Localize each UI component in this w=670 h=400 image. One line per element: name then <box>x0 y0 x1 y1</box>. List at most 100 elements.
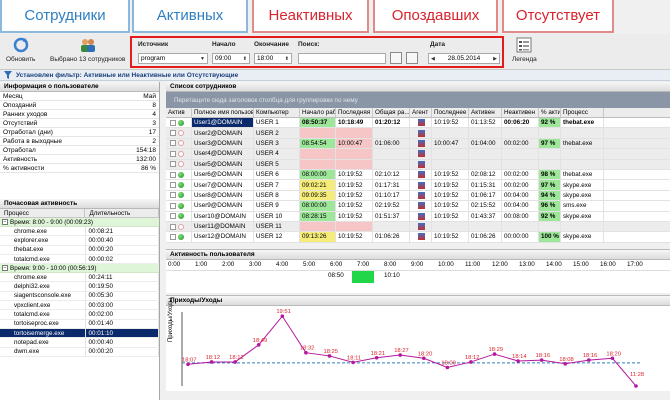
search-input[interactable] <box>298 53 386 64</box>
row-checkbox[interactable] <box>170 161 176 168</box>
row-status-cell[interactable] <box>166 211 192 221</box>
hourly-row[interactable]: tortoiseproc.exe 00:01:40 <box>0 319 159 329</box>
row-status-cell[interactable] <box>166 232 192 242</box>
row-status-cell[interactable] <box>166 201 192 211</box>
arrival-point[interactable] <box>634 383 638 388</box>
row-checkbox[interactable] <box>170 140 176 147</box>
column-header[interactable]: Последняя <box>336 108 373 117</box>
hourly-row[interactable]: notepad.exe 00:00:40 <box>0 338 159 348</box>
tab-employees[interactable]: Сотрудники <box>0 0 130 33</box>
table-row[interactable]: User4@DOMAIN USER 4 <box>166 149 670 160</box>
tab-active[interactable]: Активных <box>132 0 248 33</box>
table-row[interactable]: User8@DOMAIN USER 8 09:09:35 10:19:52 01:10:… <box>166 190 670 202</box>
column-header[interactable]: Полное имя пользоват... <box>192 108 254 117</box>
tab-inactive[interactable]: Неактивных <box>252 0 369 33</box>
row-checkbox[interactable] <box>170 213 176 220</box>
column-header[interactable]: Неактивен <box>502 108 539 117</box>
prev-date-icon[interactable]: ◀ <box>431 56 435 62</box>
row-status-cell[interactable] <box>166 128 192 138</box>
tab-absent[interactable]: Отсутствует <box>502 0 614 33</box>
search-clear-button[interactable] <box>406 52 418 64</box>
row-status-cell[interactable] <box>166 138 192 149</box>
row-checkbox[interactable] <box>170 119 176 126</box>
hourly-process: vpxclient.exe <box>0 301 86 310</box>
hourly-row[interactable]: chrome.exe 00:08:21 <box>0 227 159 237</box>
cell-last: 10:19:52 <box>336 211 373 221</box>
table-row[interactable]: User5@DOMAIN USER 5 <box>166 159 670 170</box>
date-picker[interactable]: ◀ 28.05.2014 ▶ <box>428 53 500 64</box>
row-checkbox[interactable] <box>170 223 176 230</box>
row-checkbox[interactable] <box>170 192 176 199</box>
hourly-row[interactable]: vpxclient.exe 00:03:00 <box>0 301 159 311</box>
row-status-cell[interactable] <box>166 118 192 128</box>
column-header[interactable]: Актив <box>166 108 192 117</box>
cell-total: 02:10:12 <box>373 169 410 180</box>
row-checkbox[interactable] <box>170 233 176 240</box>
timeline-hour: 2:00 <box>222 261 235 269</box>
hourly-row[interactable]: tortoisemerge.exe 00:01:10 <box>0 328 159 339</box>
col-process[interactable]: Процесс <box>0 209 86 217</box>
source-select[interactable]: program ▼ <box>138 53 208 64</box>
start-time-input[interactable]: 09:00 ⬍ <box>212 53 250 64</box>
hourly-row[interactable]: delphi32.exe 00:19:50 <box>0 282 159 292</box>
cell-total: 01:10:17 <box>373 190 410 201</box>
column-header[interactable]: Процесс <box>561 108 604 117</box>
row-checkbox[interactable] <box>170 182 176 189</box>
column-header[interactable]: Компьютер <box>254 108 300 117</box>
column-header[interactable]: Общая ра... <box>373 108 410 117</box>
arrival-label: 18:29 <box>489 347 504 353</box>
row-status-cell[interactable] <box>166 180 192 190</box>
end-time-input[interactable]: 18:00 ⬍ <box>254 53 292 64</box>
table-row[interactable]: User11@DOMAIN USER 11 <box>166 221 670 233</box>
hourly-row[interactable]: totalcmd.exe 00:02:00 <box>0 310 159 320</box>
hourly-group[interactable]: − Время: 9:00 - 10:00 (00:56:19) <box>0 264 159 274</box>
column-header[interactable]: Агент <box>410 108 432 117</box>
row-status-cell[interactable] <box>166 221 192 232</box>
hourly-row[interactable]: totalcmd.exe 00:00:02 <box>0 254 159 265</box>
row-status-cell[interactable] <box>166 149 192 159</box>
next-date-icon[interactable]: ▶ <box>493 56 497 62</box>
col-duration[interactable]: Длительность <box>85 209 159 217</box>
timeline-hour: 15:00 <box>573 261 589 269</box>
table-row[interactable]: User1@DOMAIN USER 1 08:50:37 10:18:49 01:20:… <box>166 118 670 129</box>
arrival-label: 18:12 <box>206 355 221 361</box>
row-status-cell[interactable] <box>166 159 192 169</box>
timeline-hour: 12:00 <box>492 261 508 269</box>
row-status-cell[interactable] <box>166 169 192 180</box>
table-row[interactable]: User10@DOMAIN USER 10 08:28:15 10:19:52 01:5… <box>166 211 670 222</box>
row-status-cell[interactable] <box>166 190 192 201</box>
end-label: Окончание <box>254 41 290 48</box>
hourly-row[interactable]: siagentsconsole.exe 00:05:30 <box>0 291 159 302</box>
table-row[interactable]: User6@DOMAIN USER 6 08:00:00 10:19:52 02:10:… <box>166 169 670 181</box>
collapse-icon[interactable]: − <box>2 219 8 225</box>
column-header[interactable]: Активен <box>469 108 502 117</box>
legend-button[interactable]: Легенда <box>512 36 537 63</box>
collapse-icon[interactable]: − <box>2 265 8 272</box>
hourly-row[interactable]: thebat.exe 00:00:20 <box>0 245 159 255</box>
table-row[interactable]: User2@DOMAIN USER 2 <box>166 128 670 139</box>
hourly-group[interactable]: − Время: 8:00 - 9:00 (00:09:23) <box>0 218 159 227</box>
table-row[interactable]: User12@DOMAIN USER 12 09:13:26 10:19:52 01:0… <box>166 232 670 243</box>
table-row[interactable]: User9@DOMAIN USER 9 08:00:00 10:19:52 02:19:… <box>166 201 670 212</box>
timeline-hour: 5:00 <box>303 261 316 269</box>
cell-active: 02:15:52 <box>469 201 502 211</box>
tab-late[interactable]: Опоздавших <box>373 0 498 33</box>
table-row[interactable]: User3@DOMAIN USER 3 08:54:54 10:00:47 01:06:… <box>166 138 670 150</box>
search-apply-button[interactable] <box>390 52 402 64</box>
group-by-area[interactable]: Перетащите сюда заголовок столбца для гр… <box>166 92 670 108</box>
row-checkbox[interactable] <box>170 130 176 137</box>
cell-pc: USER 4 <box>254 149 300 159</box>
hourly-row[interactable]: chrome.exe 00:24:11 <box>0 273 159 283</box>
cell-inactive <box>502 128 539 138</box>
row-checkbox[interactable] <box>170 202 176 209</box>
hourly-row[interactable]: dwm.exe 00:00:20 <box>0 347 159 357</box>
column-header[interactable]: Начало раб <box>300 108 336 117</box>
row-checkbox[interactable] <box>170 150 176 157</box>
table-row[interactable]: User7@DOMAIN USER 7 09:02:21 10:19:52 01:17:… <box>166 180 670 191</box>
hourly-row[interactable]: explorer.exe 00:00:40 <box>0 236 159 246</box>
row-checkbox[interactable] <box>170 171 176 178</box>
column-header[interactable]: Последнее <box>432 108 469 117</box>
selected-employees-button[interactable]: Выбрано 13 сотрудников <box>50 36 125 63</box>
refresh-button[interactable]: Обновить <box>6 36 35 63</box>
column-header[interactable]: % актив <box>539 108 561 117</box>
